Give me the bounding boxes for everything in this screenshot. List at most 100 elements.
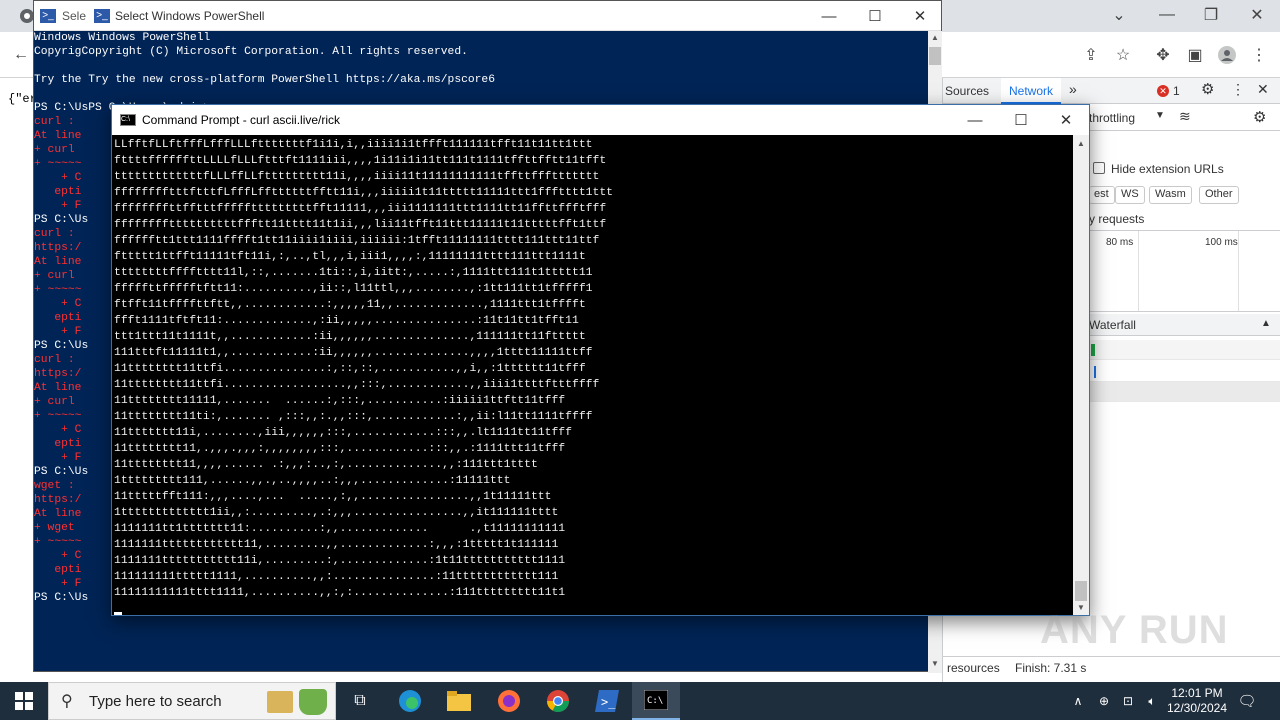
cmd-maximize-button[interactable]: ☐	[998, 105, 1044, 135]
tray-chevron-icon[interactable]: ∧	[1068, 682, 1088, 720]
volume-icon[interactable]: 🔈︎	[1142, 682, 1162, 720]
throttling-label[interactable]: throttling	[1089, 111, 1135, 125]
ascii-art-line: 11111111111tttt1111,..........,,:,:.....…	[114, 587, 566, 599]
tab-search-icon[interactable]: ⌄	[1104, 0, 1134, 30]
minimize-button[interactable]: —	[806, 1, 852, 31]
scroll-thumb[interactable]	[1075, 581, 1087, 601]
svg-text:C:\: C:\	[647, 696, 663, 706]
powershell-titlebar[interactable]: >_ Sele >_ Select Windows PowerShell — ☐…	[34, 1, 941, 31]
firefox-icon[interactable]	[489, 686, 529, 716]
filter-chip-fetch[interactable]: est	[1089, 186, 1115, 204]
start-windows-icon[interactable]	[4, 686, 44, 716]
throttle-dropdown-icon[interactable]: ▼	[1155, 110, 1165, 121]
devtools-status-bar: resources Finish: 7.31 s	[943, 656, 1280, 678]
task-view-icon[interactable]: ⧉	[340, 686, 380, 716]
cmd-titlebar[interactable]: C:\ Command Prompt - curl ascii.live/ric…	[112, 105, 1089, 135]
browser-close-button[interactable]: ✕	[1242, 0, 1272, 30]
cmd-minimize-button[interactable]: —	[952, 105, 998, 135]
filter-chip-wasm[interactable]: Wasm	[1149, 186, 1192, 204]
filter-chip-other[interactable]: Other	[1199, 186, 1239, 204]
scroll-up-icon[interactable]: ▲	[1077, 139, 1085, 148]
ascii-art-line: ttttttttfffftttt11l,::,.......1ti::,i,ii…	[114, 267, 593, 279]
hide-extension-urls-label: Hide extension URLs	[1111, 162, 1224, 176]
network-icon[interactable]: ⊡	[1118, 682, 1138, 720]
text-cursor	[114, 612, 122, 615]
cmd-taskbar-icon[interactable]: C:\	[632, 682, 680, 720]
console-line: Windows Windows PowerShell	[34, 32, 211, 44]
sidepanel-icon[interactable]: ▣	[1180, 40, 1210, 70]
file-explorer-icon[interactable]	[439, 686, 479, 716]
svg-text:>_: >_	[601, 695, 616, 709]
scroll-up-icon[interactable]: ▲	[931, 33, 939, 42]
ascii-art-line: 1111111ttttttttttt11i,.........:,.......…	[114, 555, 566, 567]
more-tabs-icon[interactable]: »	[1069, 81, 1077, 97]
ascii-art-line: ffft1111tftft11:.............,:ii,,,,,..…	[114, 315, 579, 327]
waterfall-bar	[1094, 366, 1096, 378]
cmd-close-button[interactable]: ✕	[1043, 105, 1089, 135]
chrome-taskbar-icon[interactable]	[538, 686, 578, 716]
ascii-art-line: 11tttttttt11111,....... ......:,:::,....…	[114, 395, 566, 407]
ascii-art-line: ffffffffttfftttffffftttttttttfft11111,,,…	[114, 203, 607, 215]
command-prompt-window[interactable]: C:\ Command Prompt - curl ascii.live/ric…	[111, 104, 1090, 616]
menu-kebab-icon[interactable]: ⋮	[1244, 40, 1274, 70]
ascii-art-line: tttttttttttttfLLLffLLfttttttttt11i,,,,ii…	[114, 171, 600, 183]
extensions-icon[interactable]: ✥	[1148, 40, 1178, 70]
search-placeholder: Type here to search	[89, 693, 222, 710]
close-button[interactable]: ✕	[897, 1, 943, 31]
timeline-tick: 100 ms	[1205, 237, 1238, 248]
tab-network[interactable]: Network	[1001, 78, 1062, 104]
devtools-menu-icon[interactable]: ⋮	[1231, 81, 1245, 98]
tray-device-icon[interactable]: ⊕	[1094, 682, 1114, 720]
ascii-art-line: fffffffftttftttfLfffLffttttttfftt11i,,,i…	[114, 187, 613, 199]
share-icon[interactable]: ⇪	[1076, 40, 1106, 70]
hide-extension-urls-checkbox[interactable]	[1093, 162, 1105, 174]
clock-date: 12/30/2024	[1166, 701, 1228, 715]
browser-restore-button[interactable]: ❐	[1196, 0, 1226, 30]
waterfall-header[interactable]: Waterfall	[1089, 318, 1136, 332]
powershell-taskbar-icon[interactable]: >_	[587, 686, 627, 716]
taskbar-search-box[interactable]: ⚲ Type here to search	[48, 682, 336, 720]
search-highlight-icon	[267, 691, 293, 713]
edge-icon[interactable]	[390, 686, 430, 716]
scroll-thumb[interactable]	[929, 47, 941, 65]
clock-time: 12:01 PM	[1171, 686, 1223, 700]
ascii-art-line: 1111111tttttttttttt11,.........,,.......…	[114, 539, 559, 551]
bookmark-star-icon[interactable]: ☆	[1108, 40, 1138, 70]
ascii-art-line: 11tttttttt11ttfi...............:,::,::,.…	[114, 363, 586, 375]
ascii-art-line: 111111111ttttt1111,..........,,:........…	[114, 571, 559, 583]
profile-avatar-icon[interactable]	[1212, 40, 1242, 70]
cmd-console-output[interactable]: LLfftfLLftfffLfffLLLftttttttf1i1i,i,,iii…	[112, 135, 1074, 615]
settings-gear-icon[interactable]: ⚙	[1201, 80, 1214, 98]
sort-up-icon[interactable]: ▲	[1261, 318, 1271, 329]
clock[interactable]: 12:01 PM 12/30/2024	[1162, 682, 1232, 720]
cmd-scrollbar[interactable]: ▲ ▼	[1073, 135, 1089, 615]
ascii-art-line: 1111111tt1ttttttt11:..........:,,.......…	[114, 523, 566, 535]
devtools-tabbar: Sources Network » ✕ 1 ⚙ ⋮ ✕	[943, 78, 1280, 104]
ascii-art-line: fffffftt1ttt1111fffft1tt11iiii1iiii,iiii…	[114, 235, 600, 247]
window-title: Select Windows PowerShell	[115, 9, 265, 23]
ascii-art-line: LLfftfLLftfffLfffLLLftttttttf1i1i,i,,iii…	[114, 139, 593, 151]
requests-label: y requests	[1089, 212, 1145, 226]
taskbar: ⚲ Type here to search ⧉ >_ C:\ ∧ ⊕ ⊡ 🔈︎ …	[0, 682, 1280, 720]
scroll-down-icon[interactable]: ▼	[931, 659, 939, 668]
powershell-icon: >_	[94, 9, 110, 23]
page-content: {"er	[0, 78, 37, 682]
browser-minimize-button[interactable]: —	[1152, 0, 1182, 30]
error-icon[interactable]: ✕	[1157, 85, 1169, 97]
wifi-conditions-icon[interactable]: ≋	[1179, 108, 1191, 125]
error-count: 1	[1173, 84, 1180, 98]
maximize-button[interactable]: ☐	[852, 1, 898, 31]
tab-sources[interactable]: Sources	[945, 84, 989, 98]
status-resources: resources	[947, 661, 1000, 675]
filter-chip-ws[interactable]: WS	[1115, 186, 1145, 204]
background-tab-title[interactable]: Sele	[62, 9, 86, 23]
network-settings-icon[interactable]: ⚙	[1253, 108, 1266, 126]
ascii-art-line: 1ttttttttttttt1ii,,:.........,.:,,,.....…	[114, 507, 559, 519]
back-icon[interactable]: ←	[6, 40, 36, 70]
powershell-icon: >_	[40, 9, 56, 23]
timeline-gridline	[1238, 231, 1239, 311]
notification-icon[interactable]: 🗨︎	[1236, 682, 1258, 720]
ascii-art-line: ftfft11tffffttftt,,............:,,,,,11,…	[114, 299, 586, 311]
devtools-close-icon[interactable]: ✕	[1257, 81, 1269, 98]
console-line: CopyrigCopyright (C) Microsoft Corporati…	[34, 46, 468, 58]
